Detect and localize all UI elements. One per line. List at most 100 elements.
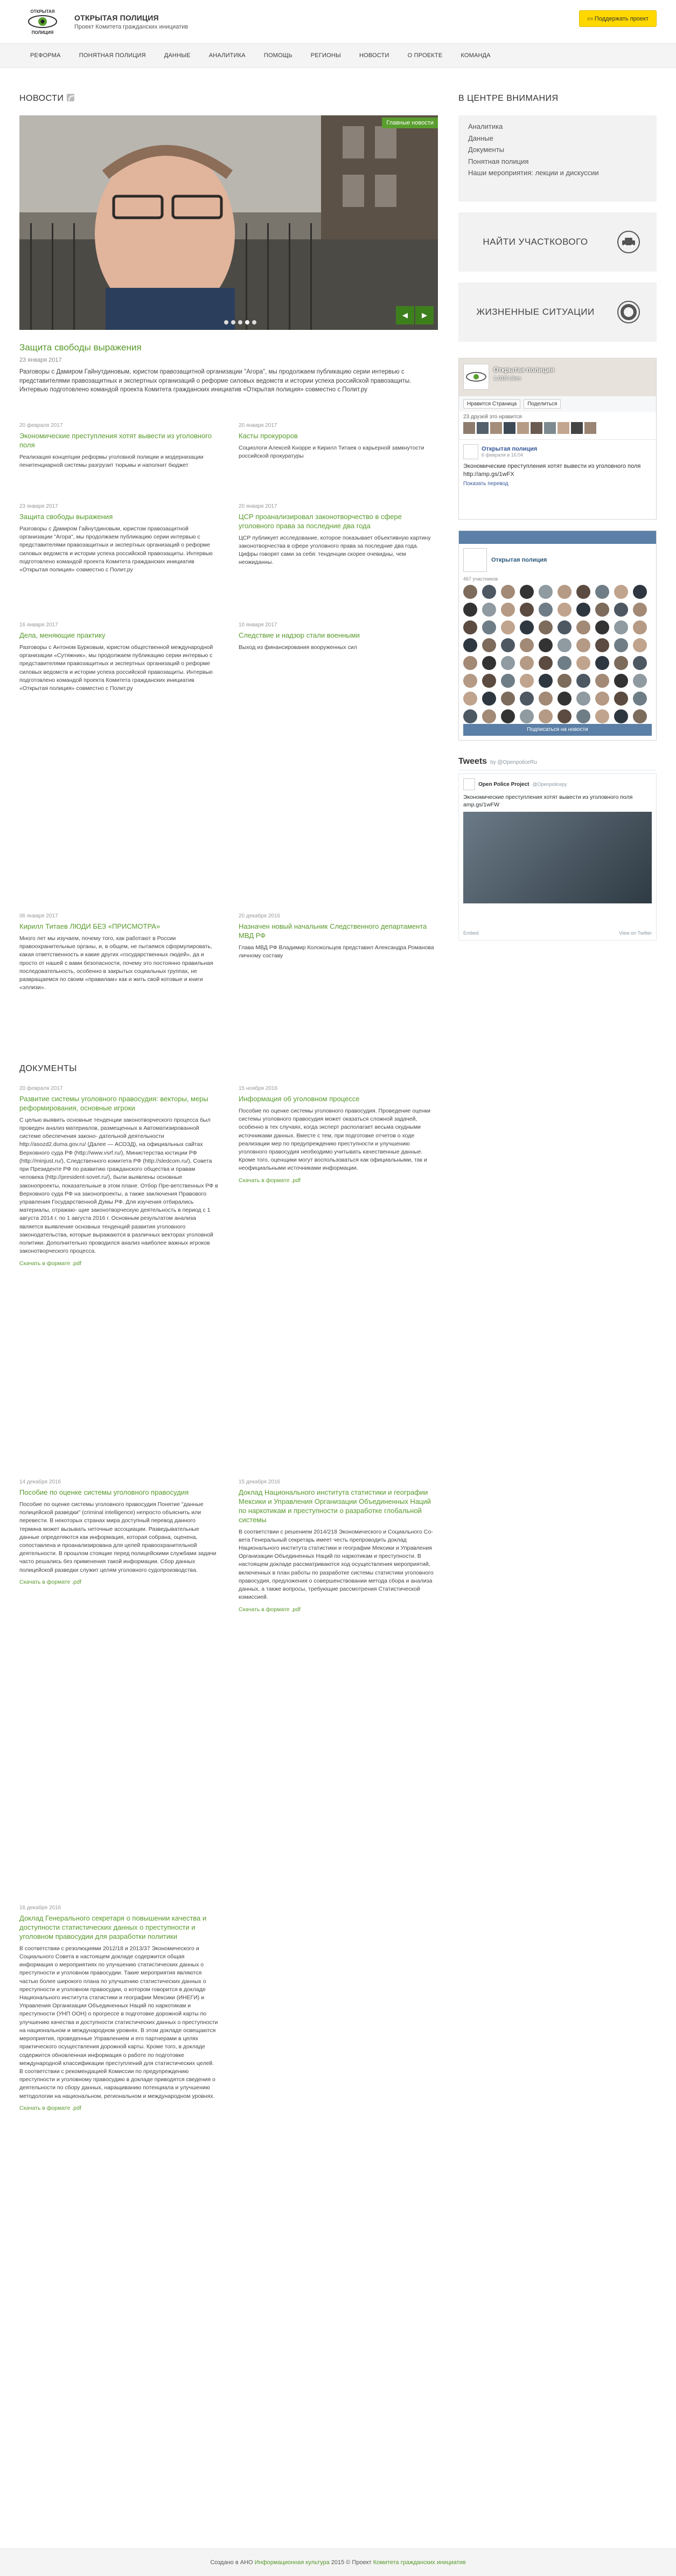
avatar[interactable] bbox=[463, 422, 475, 434]
fb-share-button[interactable]: Поделиться bbox=[524, 399, 561, 409]
vk-member-avatar[interactable] bbox=[463, 638, 477, 652]
doc-download-link[interactable]: Скачать в формате .pdf bbox=[239, 1606, 438, 1613]
vk-member-avatar[interactable] bbox=[539, 620, 553, 634]
vk-member-avatar[interactable] bbox=[576, 585, 590, 599]
avatar[interactable] bbox=[584, 422, 596, 434]
nav-item-regions[interactable]: Регионы bbox=[311, 52, 341, 59]
vk-member-avatar[interactable] bbox=[557, 585, 572, 599]
vk-member-avatar[interactable] bbox=[614, 585, 628, 599]
doc-title[interactable]: Информация об уголовном процессе bbox=[239, 1095, 438, 1104]
doc-title[interactable]: Развитие системы уголовного правосудия: … bbox=[19, 1095, 219, 1113]
vk-member-avatar[interactable] bbox=[482, 620, 496, 634]
vk-member-avatar[interactable] bbox=[595, 603, 609, 617]
news-title[interactable]: Назначен новый начальник Следственного д… bbox=[239, 922, 438, 941]
site-logo[interactable]: ОТКРЫТАЯ ПОЛИЦИЯ bbox=[19, 8, 66, 36]
fb-page-name[interactable]: Открытая полиция bbox=[493, 366, 554, 374]
vk-member-avatar[interactable] bbox=[520, 674, 534, 688]
vk-member-avatar[interactable] bbox=[539, 709, 553, 723]
slider-dot[interactable] bbox=[238, 320, 242, 324]
donate-button[interactable]: ▭ Поддержать проект bbox=[579, 10, 657, 27]
news-title[interactable]: ЦСР проанализировал законотворчество в с… bbox=[239, 513, 438, 531]
attention-link[interactable]: Документы bbox=[468, 144, 647, 156]
avatar[interactable] bbox=[557, 422, 569, 434]
vk-member-avatar[interactable] bbox=[614, 638, 628, 652]
avatar[interactable] bbox=[544, 422, 556, 434]
nav-item-about[interactable]: О проекте bbox=[408, 52, 443, 59]
attention-link[interactable]: Данные bbox=[468, 133, 647, 144]
vk-member-avatar[interactable] bbox=[520, 638, 534, 652]
vk-member-avatar[interactable] bbox=[539, 638, 553, 652]
lead-news-title[interactable]: Защита свободы выражения bbox=[19, 342, 142, 353]
vk-member-avatar[interactable] bbox=[539, 603, 553, 617]
vk-subscribe-button[interactable]: Подписаться на новости bbox=[463, 724, 652, 736]
vk-member-avatar[interactable] bbox=[520, 585, 534, 599]
avatar[interactable] bbox=[531, 422, 542, 434]
slider-dot-active[interactable] bbox=[245, 320, 249, 324]
avatar[interactable] bbox=[477, 422, 489, 434]
vk-member-avatar[interactable] bbox=[576, 620, 590, 634]
vk-member-avatar[interactable] bbox=[614, 692, 628, 706]
doc-download-link[interactable]: Скачать в формате .pdf bbox=[19, 1579, 219, 1585]
vk-member-avatar[interactable] bbox=[463, 692, 477, 706]
doc-download-link[interactable]: Скачать в формате .pdf bbox=[239, 1177, 438, 1184]
vk-member-avatar[interactable] bbox=[557, 656, 572, 670]
vk-member-avatar[interactable] bbox=[557, 638, 572, 652]
news-slider[interactable]: Главные новости ◀ ▶ bbox=[19, 115, 438, 330]
avatar[interactable] bbox=[571, 422, 583, 434]
tweet-handle[interactable]: @Openpoliceру bbox=[532, 782, 567, 787]
vk-member-avatar[interactable] bbox=[482, 585, 496, 599]
vk-group-name[interactable]: Открытая полиция bbox=[491, 557, 547, 563]
twitter-embed-link[interactable]: Embed bbox=[463, 930, 479, 936]
vk-member-avatar[interactable] bbox=[557, 620, 572, 634]
footer-link-committee[interactable]: Комитета гражданских инициатив bbox=[373, 2559, 466, 2566]
vk-member-avatar[interactable] bbox=[557, 674, 572, 688]
vk-member-avatar[interactable] bbox=[633, 692, 647, 706]
vk-member-avatar[interactable] bbox=[633, 674, 647, 688]
vk-member-avatar[interactable] bbox=[539, 585, 553, 599]
slider-dot[interactable] bbox=[252, 320, 256, 324]
news-title[interactable]: Защита свободы выражения bbox=[19, 513, 219, 522]
doc-download-link[interactable]: Скачать в формате .pdf bbox=[19, 1260, 219, 1267]
vk-member-avatar[interactable] bbox=[595, 709, 609, 723]
vk-member-avatar[interactable] bbox=[557, 603, 572, 617]
vk-member-avatar[interactable] bbox=[501, 638, 515, 652]
nav-item-clear-police[interactable]: Понятная полиция bbox=[79, 52, 146, 59]
life-situations-button[interactable]: ЖИЗНЕННЫЕ СИТУАЦИИ bbox=[458, 282, 657, 342]
vk-member-avatar[interactable] bbox=[482, 692, 496, 706]
vk-member-avatar[interactable] bbox=[633, 709, 647, 723]
vk-member-avatar[interactable] bbox=[595, 692, 609, 706]
vk-member-avatar[interactable] bbox=[595, 656, 609, 670]
doc-download-link[interactable]: Скачать в формате .pdf bbox=[19, 2105, 219, 2111]
doc-title[interactable]: Доклад Генерального секретаря о повышени… bbox=[19, 1914, 219, 1942]
vk-member-avatar[interactable] bbox=[633, 603, 647, 617]
attention-link[interactable]: Наши мероприятия: лекции и дискуссии bbox=[468, 167, 647, 179]
vk-member-avatar[interactable] bbox=[576, 603, 590, 617]
vk-member-avatar[interactable] bbox=[520, 692, 534, 706]
vk-member-avatar[interactable] bbox=[520, 709, 534, 723]
vk-member-avatar[interactable] bbox=[482, 656, 496, 670]
vk-member-avatar[interactable] bbox=[463, 585, 477, 599]
vk-member-avatar[interactable] bbox=[614, 620, 628, 634]
news-title[interactable]: Следствие и надзор стали военными bbox=[239, 631, 438, 640]
vk-member-avatar[interactable] bbox=[614, 603, 628, 617]
vk-member-avatar[interactable] bbox=[520, 620, 534, 634]
avatar[interactable] bbox=[490, 422, 502, 434]
vk-member-avatar[interactable] bbox=[595, 620, 609, 634]
vk-member-avatar[interactable] bbox=[501, 692, 515, 706]
vk-member-avatar[interactable] bbox=[482, 638, 496, 652]
footer-link-infoculture[interactable]: Информационная культура bbox=[255, 2559, 330, 2566]
vk-member-avatar[interactable] bbox=[595, 638, 609, 652]
vk-member-avatar[interactable] bbox=[482, 674, 496, 688]
vk-member-avatar[interactable] bbox=[614, 674, 628, 688]
vk-member-avatar[interactable] bbox=[595, 585, 609, 599]
nav-item-news[interactable]: Новости bbox=[359, 52, 389, 59]
nav-item-data[interactable]: Данные bbox=[164, 52, 191, 59]
twitter-by[interactable]: by @OpenpoliceRu bbox=[490, 759, 537, 765]
avatar[interactable] bbox=[504, 422, 515, 434]
vk-member-avatar[interactable] bbox=[501, 585, 515, 599]
slider-next-button[interactable]: ▶ bbox=[415, 306, 434, 324]
fb-translate-link[interactable]: Показать перевод bbox=[463, 481, 652, 487]
vk-member-avatar[interactable] bbox=[595, 674, 609, 688]
vk-member-avatar[interactable] bbox=[463, 674, 477, 688]
vk-member-avatar[interactable] bbox=[539, 692, 553, 706]
